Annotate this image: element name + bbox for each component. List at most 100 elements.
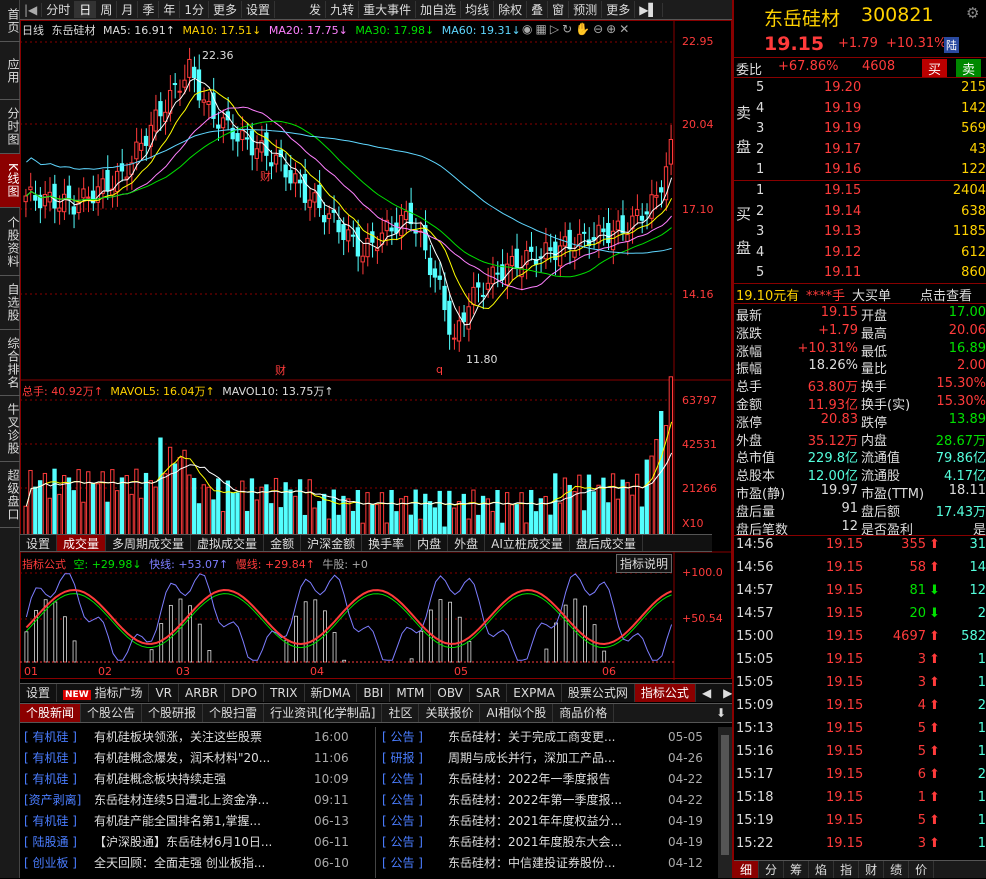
toolbar-jiuzhuan[interactable]: 九转 [326, 1, 360, 18]
vol-tab-volume[interactable]: 成交量 [57, 535, 107, 551]
news-item[interactable]: [ 公告 ] 东岳硅材：关于完成工商变更... 05-05 [378, 727, 718, 748]
gear-icon[interactable]: ⚙ [966, 4, 979, 22]
toolbar-window[interactable]: 窗 [548, 1, 570, 18]
news-tab-research[interactable]: 个股研报 [142, 704, 204, 722]
toolbar-exright[interactable]: 除权 [494, 1, 528, 18]
zoom-out-icon[interactable]: ⊖ [593, 22, 606, 36]
vol-tab-afterhours[interactable]: 盘后成交量 [570, 535, 643, 551]
toolbar-weekly[interactable]: 周 [96, 1, 118, 18]
news-item[interactable]: [ 研报 ] 周期与成长并行，深加工产品... 04-26 [378, 748, 718, 769]
news-item[interactable]: [ 有机硅 ] 有机硅概念板块持续走强 10:09 [20, 769, 375, 790]
toolbar-timeshare[interactable]: 分时 [42, 1, 76, 18]
news-item[interactable]: [ 有机硅 ] 有机硅板块领涨，关注这些股票 16:00 [20, 727, 375, 748]
toolbar-back-icon[interactable]: |◀ [20, 2, 43, 17]
hand-icon[interactable]: ✋ [575, 22, 593, 36]
left-tab-kline[interactable]: K线图 [0, 154, 20, 208]
kline-svg[interactable] [20, 20, 732, 680]
toolbar-major-events[interactable]: 重大事件 [359, 1, 417, 18]
refresh-icon[interactable]: ↻ [562, 22, 575, 36]
qtab-perf[interactable]: 绩 [884, 861, 910, 878]
toolbar-yearly[interactable]: 年 [159, 1, 181, 18]
ind-tab-newdma[interactable]: 新DMA [305, 684, 358, 702]
left-tab-app[interactable]: 应用 [0, 42, 20, 100]
news-tab-stock-news[interactable]: 个股新闻 [20, 704, 82, 722]
toolbar-quarterly[interactable]: 季 [138, 1, 160, 18]
toolbar-more-period[interactable]: 更多 [209, 1, 243, 18]
news-tab-risk[interactable]: 个股扫雷 [203, 704, 265, 722]
big-order-check[interactable]: 点击查看 [920, 285, 972, 304]
news-item[interactable]: [ 公告 ] 东岳硅材：2022年一季度报告 04-22 [378, 769, 718, 790]
left-tab-ranking[interactable]: 综合排名 [0, 330, 20, 396]
ind-tab-arbr[interactable]: ARBR [179, 684, 226, 702]
toolbar-add-watch[interactable]: 加自选 [416, 1, 462, 18]
qtab-detail[interactable]: 细 [734, 861, 760, 878]
toolbar-daily[interactable]: 日 [75, 1, 97, 18]
toolbar-settings[interactable]: 设置 [242, 1, 276, 18]
left-tab-diagnose[interactable]: 牛叉诊股 [0, 396, 20, 462]
toolbar-more[interactable]: 更多 [602, 1, 636, 18]
news-tab-industry[interactable]: 行业资讯[化学制品] [264, 704, 383, 722]
toolbar-overlay[interactable]: 叠 [527, 1, 549, 18]
ind-tab-plaza[interactable]: NEW 指标广场 [57, 684, 150, 702]
news-tab-related[interactable]: 关联报价 [419, 704, 481, 722]
ind-tab-dpo[interactable]: DPO [225, 684, 265, 702]
ind-tab-vr[interactable]: VR [149, 684, 180, 702]
toolbar-monthly[interactable]: 月 [117, 1, 139, 18]
qtab-price[interactable]: 价 [909, 861, 935, 878]
news-item[interactable]: [ 公告 ] 东岳硅材：中信建投证券股份... 04-12 [378, 853, 718, 874]
vol-tab-turnover[interactable]: 换手率 [362, 535, 412, 551]
grid-icon[interactable]: ▦ [535, 22, 549, 36]
news-item[interactable]: [ 公告 ] 东岳硅材：2021年度股东大会... 04-19 [378, 832, 718, 853]
toolbar-play-icon[interactable]: ▶▌ [635, 2, 663, 17]
news-tab-commodity[interactable]: 商品价格 [553, 704, 615, 722]
kline-chart-area[interactable]: 日线 东岳硅材 MA5: 16.91↑ MA10: 17.51↓ MA20: 1… [20, 20, 732, 680]
vol-tab-virtual[interactable]: 虚拟成交量 [191, 535, 265, 551]
ind-tab-formula[interactable]: 指标公式 [634, 684, 696, 702]
left-tab-home[interactable]: 首页 [0, 0, 20, 42]
news-tab-community[interactable]: 社区 [382, 704, 420, 722]
qtab-minute[interactable]: 分 [759, 861, 785, 878]
big-order-row[interactable]: 19.10元有 ****手 大买单 点击查看 [734, 283, 986, 304]
vol-tab-amount[interactable]: 金额 [264, 535, 302, 551]
qtab-index[interactable]: 指 [834, 861, 860, 878]
buy-button[interactable]: 买 [922, 59, 948, 78]
news-item[interactable]: [ 陆股通 ] 【沪深股通】东岳硅材6月10日... 06-11 [20, 832, 375, 853]
vol-tab-settings[interactable]: 设置 [20, 535, 58, 551]
play-icon[interactable]: ▷ [550, 22, 562, 36]
left-tab-super-orderbook[interactable]: 超级盘口 [0, 462, 20, 528]
toolbar-forecast[interactable]: 预测 [569, 1, 603, 18]
vol-tab-multi[interactable]: 多周期成交量 [106, 535, 192, 551]
news-tab-ai-similar[interactable]: AI相似个股 [480, 704, 554, 722]
news-item[interactable]: [ 公告 ] 东岳硅材：2021年年度权益分... 04-19 [378, 811, 718, 832]
indicator-explain-button[interactable]: 指标说明 [616, 554, 673, 573]
qtab-finance[interactable]: 财 [859, 861, 885, 878]
ind-tab-settings[interactable]: 设置 [20, 684, 58, 702]
ind-tab-sar[interactable]: SAR [470, 684, 508, 702]
ind-tab-obv[interactable]: OBV [431, 684, 470, 702]
zoom-in-icon[interactable]: ⊕ [606, 22, 619, 36]
news-scrollbar[interactable] [718, 727, 732, 878]
vol-tab-ai[interactable]: AI立桩成交量 [485, 535, 570, 551]
toolbar-ma[interactable]: 均线 [461, 1, 495, 18]
ind-tab-formula-net[interactable]: 股票公式网 [562, 684, 635, 702]
left-tab-profile[interactable]: 个股资料 [0, 208, 20, 276]
ind-tab-trix[interactable]: TRIX [264, 684, 305, 702]
news-item[interactable]: [ 有机硅 ] 有机硅产能全国排名第1,掌握... 06-13 [20, 811, 375, 832]
ind-tab-bbi[interactable]: BBI [357, 684, 391, 702]
vol-tab-inner[interactable]: 内盘 [411, 535, 449, 551]
ind-tab-expma[interactable]: EXPMA [507, 684, 562, 702]
left-tab-watchlist[interactable]: 自选股 [0, 276, 20, 330]
news-item[interactable]: [ 公告 ] 东岳硅材：2022年第一季度报... 04-22 [378, 790, 718, 811]
sell-button[interactable]: 卖 [956, 59, 982, 78]
news-item[interactable]: [资产剥离] 东岳硅材连续5日遭北上资金净... 09:11 [20, 790, 375, 811]
toolbar-1min[interactable]: 1分 [180, 1, 210, 18]
left-tab-timeshare[interactable]: 分时图 [0, 100, 20, 154]
news-tab-announce[interactable]: 个股公告 [81, 704, 143, 722]
qtab-flame[interactable]: 焰 [809, 861, 835, 878]
qtab-chips[interactable]: 筹 [784, 861, 810, 878]
close-icon[interactable]: ✕ [619, 22, 632, 36]
ind-tab-prev-icon[interactable]: ◀ [696, 684, 717, 702]
download-icon[interactable]: ⬇ [710, 704, 732, 722]
news-item[interactable]: [ 有机硅 ] 有机硅概念爆发，润禾材料"20... 11:06 [20, 748, 375, 769]
vol-tab-outer[interactable]: 外盘 [448, 535, 486, 551]
